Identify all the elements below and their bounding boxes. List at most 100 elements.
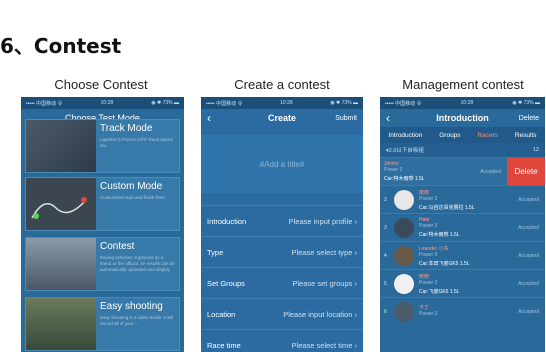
row-value: Please select time (291, 340, 353, 350)
tab-racers[interactable]: Racers (477, 132, 498, 139)
submit-button[interactable]: Submit (335, 115, 357, 122)
racer-index: 4 (384, 252, 387, 259)
carrier-label: ••••• 中国移动 令 (26, 100, 63, 107)
racer-row[interactable]: 3 Hate Power 3 Car:特木雨燕 1.5L Accepted (380, 213, 545, 241)
racer-index: 3 (384, 224, 387, 231)
nav-title: Create (267, 113, 296, 123)
form-row-introduction[interactable]: Introduction Please input profile › (201, 205, 363, 236)
back-chevron-icon[interactable]: ‹ (386, 111, 390, 125)
racer-name: 卡丁 (419, 305, 430, 311)
mode-card-custom[interactable]: Custom Mode Customized start and finish … (25, 177, 180, 231)
back-chevron-icon[interactable]: ‹ (207, 111, 211, 125)
delete-nav-button[interactable]: Delete (519, 115, 539, 122)
racer-status: Accepted (518, 224, 539, 231)
status-bar: ••••• 中国移动 令 10:28 ◉ ✱ 73% ▬ (21, 97, 184, 109)
group-count: 12 (532, 147, 539, 153)
column-title-choose: Choose Contest (54, 77, 148, 92)
avatar (394, 273, 414, 294)
racer-status: Accepted (518, 252, 539, 259)
choose-contest-screen: ••••• 中国移动 令 10:28 ◉ ✱ 73% ▬ Choose Test… (21, 97, 184, 352)
time-label: 10:28 (280, 100, 293, 106)
contest-thumbnail (26, 238, 96, 290)
racer-name: 晓晓 (419, 189, 430, 196)
mode-name: Contest (100, 241, 135, 252)
mode-card-contest[interactable]: Contest Racing activities organized by a… (25, 237, 180, 291)
racer-row[interactable]: 6 卡丁 Power 3 Accepted (380, 297, 545, 325)
chevron-right-icon: › (354, 247, 358, 257)
nav-title: Introduction (436, 113, 489, 123)
racer-index: 5 (384, 280, 387, 287)
track-line-icon (31, 197, 87, 219)
column-title-create: Create a contest (234, 77, 330, 92)
row-value: Please input profile (288, 216, 353, 226)
battery-label: ◉ ✱ 73% ▬ (330, 100, 358, 106)
battery-label: ◉ ✱ 73% ▬ (512, 100, 540, 106)
chevron-right-icon: › (354, 278, 358, 288)
mode-card-easy-shooting[interactable]: Easy shooting Easy shooting is a video m… (25, 297, 180, 351)
manage-contest-screen: ••••• 中国移动 令 10:28 ◉ ✱ 73% ▬ ‹ Introduct… (380, 97, 545, 352)
form-row-race-time[interactable]: Race time Please select time › (201, 329, 363, 352)
tab-groups[interactable]: Groups (439, 132, 460, 139)
racer-name: Leander 小东 (419, 245, 449, 252)
status-bar: ••••• 中国移动 令 10:28 ◉ ✱ 73% ▬ (201, 97, 363, 109)
mode-desc: Easy shooting is a video mode, it will r… (100, 315, 174, 326)
form-row-set-groups[interactable]: Set Groups Please set groups › (201, 267, 363, 298)
chevron-right-icon: › (354, 216, 358, 226)
avatar (394, 217, 414, 238)
racer-row[interactable]: 5 晓晓 Power 3 Car:飞度GK5 1.5L Accepted (380, 269, 545, 297)
row-value: Please set groups (292, 278, 353, 288)
time-label: 10:28 (460, 100, 474, 106)
track-thumbnail (26, 120, 96, 172)
group-header[interactable]: ▾2.0以下自吸组 12 (380, 143, 545, 157)
racer-car: Car:本田飞度GK5 1.5L (419, 260, 470, 267)
easy-shooting-thumbnail (26, 298, 96, 350)
racer-status: Accepted (518, 308, 539, 315)
battery-label: ◉ ✱ 73% ▬ (151, 100, 179, 106)
form-row-type[interactable]: Type Please select type › (201, 236, 363, 267)
row-value: Please select type (291, 247, 353, 257)
racer-sub: Power 3 (384, 167, 403, 173)
column-title-manage: Management contest (402, 77, 524, 92)
chevron-right-icon: › (354, 340, 358, 350)
racer-index: 2 (384, 196, 387, 203)
mode-card-track[interactable]: Track Mode Laptime,G-Forces,GPS Track,sp… (25, 119, 180, 173)
avatar (394, 301, 414, 322)
racer-status: Accepted (518, 280, 539, 287)
mode-name: Easy shooting (100, 301, 163, 312)
avatar (394, 245, 414, 266)
tab-results[interactable]: Results (515, 132, 537, 139)
avatar (394, 189, 414, 210)
racer-car: Car:飞度GK5 1.5L (419, 288, 460, 295)
row-label: Set Groups (207, 278, 245, 288)
nav-bar: ‹ Create Submit (201, 109, 363, 127)
form-row-location[interactable]: Location Please input location › (201, 298, 363, 329)
racer-car: Car:特木雨燕 1.5L (419, 232, 460, 238)
status-bar: ••••• 中国移动 令 10:28 ◉ ✱ 73% ▬ (380, 97, 545, 109)
mode-desc: Laptime,G-Forces,GPS Track,speed etc. (100, 137, 173, 148)
row-label: Type (207, 247, 224, 257)
racer-car: Car:特木雨燕 1.5L (384, 176, 425, 182)
row-value: Please input location (283, 309, 353, 319)
racer-name: 晓晓 (419, 273, 430, 280)
racer-sub: Power 3 (419, 251, 438, 258)
tab-introduction[interactable]: Introduction (388, 132, 422, 139)
group-name: ▾2.0以下自吸组 (386, 148, 424, 154)
racer-row[interactable]: 2 晓晓 Power 3 Car:马自达昂克赛拉 1.5L Accepted (380, 185, 545, 213)
mode-name: Track Mode (100, 123, 153, 134)
time-label: 10:28 (100, 100, 114, 106)
racer-row[interactable]: Jimmy Power 3 Car:特木雨燕 1.5L Accepted Del… (380, 157, 545, 185)
racer-car: Car:马自达昂克赛拉 1.5L (419, 204, 475, 211)
custom-thumbnail (26, 178, 96, 230)
racer-sub: Power 3 (419, 195, 438, 202)
chevron-right-icon: › (354, 309, 358, 319)
racer-index: 6 (384, 308, 387, 315)
racer-sub: Power 3 (419, 311, 438, 317)
racer-status: Accepted (480, 168, 501, 175)
racer-sub: Power 3 (419, 223, 438, 229)
row-label: Race time (207, 340, 241, 350)
mode-desc: Racing activities organized by a friend … (100, 255, 175, 272)
racer-row[interactable]: 4 Leander 小东 Power 3 Car:本田飞度GK5 1.5L Ac… (380, 241, 545, 269)
racer-sub: Power 3 (419, 279, 438, 286)
delete-racer-button[interactable]: Delete (507, 158, 545, 185)
add-title-field[interactable]: #Add a title# (201, 135, 363, 193)
